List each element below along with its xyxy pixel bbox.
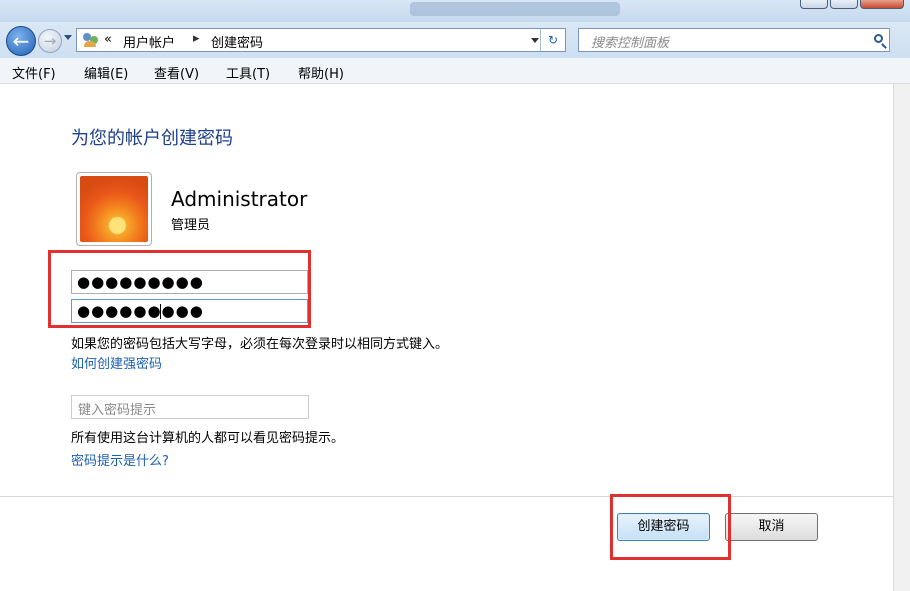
password-highlight-box [48, 250, 311, 328]
address-bar[interactable]: « 用户帐户 ▸ 创建密码 [76, 28, 566, 52]
avatar [76, 172, 152, 246]
recent-pages-dropdown[interactable] [64, 35, 72, 40]
hint-placeholder: 键入密码提示 [78, 403, 157, 418]
forward-button[interactable]: → [38, 29, 62, 53]
menu-view[interactable]: 查看(V) [154, 63, 199, 82]
hint-note: 所有使用这台计算机的人都可以看见密码提示。 [71, 431, 345, 446]
menu-edit[interactable]: 编辑(E) [84, 63, 128, 82]
menu-help[interactable]: 帮助(H) [298, 63, 344, 82]
footer-divider [0, 496, 893, 497]
arrow-left-icon: ← [12, 29, 30, 53]
caption-buttons [800, 0, 904, 9]
search-placeholder: 搜索控制面板 [591, 36, 670, 51]
breadcrumb-overflow[interactable]: « [104, 32, 112, 47]
search-icon[interactable] [874, 34, 883, 43]
user-name: Administrator [171, 187, 308, 211]
strong-password-link[interactable]: 如何创建强密码 [71, 353, 162, 372]
address-toolbar: ← → « 用户帐户 ▸ 创建密码 ↻ 搜索控制面板 [0, 22, 910, 58]
breadcrumb-separator[interactable]: ▸ [193, 31, 200, 46]
menu-bar: 文件(F) 编辑(E) 查看(V) 工具(T) 帮助(H) [0, 58, 910, 84]
create-button-highlight-box [610, 494, 731, 560]
minimize-button[interactable] [800, 0, 828, 9]
menu-file[interactable]: 文件(F) [12, 63, 56, 82]
page-title: 为您的帐户创建密码 [71, 128, 233, 149]
users-icon [83, 33, 99, 47]
window-right-edge [893, 84, 910, 591]
arrow-right-icon: → [43, 32, 57, 50]
search-box[interactable]: 搜索控制面板 [578, 28, 890, 52]
caps-note: 如果您的密码包括大写字母，必须在每次登录时以相同方式键入。 [71, 337, 449, 352]
title-bar-blur [410, 2, 620, 16]
cancel-button[interactable]: 取消 [725, 513, 818, 541]
breadcrumb-create-password[interactable]: 创建密码 [211, 32, 263, 51]
refresh-button[interactable]: ↻ [540, 29, 565, 51]
menu-tools[interactable]: 工具(T) [226, 63, 270, 82]
flower-picture [80, 176, 148, 242]
hint-help-link[interactable]: 密码提示是什么? [71, 450, 169, 469]
breadcrumb-user-accounts[interactable]: 用户帐户 [123, 32, 175, 51]
address-dropdown-icon[interactable] [531, 38, 539, 43]
maximize-button[interactable] [830, 0, 858, 9]
password-hint-field[interactable]: 键入密码提示 [71, 395, 309, 419]
back-button[interactable]: ← [6, 26, 36, 56]
user-role: 管理员 [171, 218, 211, 233]
refresh-icon: ↻ [547, 33, 559, 47]
close-button[interactable] [860, 0, 904, 9]
window-title-bar [0, 0, 910, 22]
